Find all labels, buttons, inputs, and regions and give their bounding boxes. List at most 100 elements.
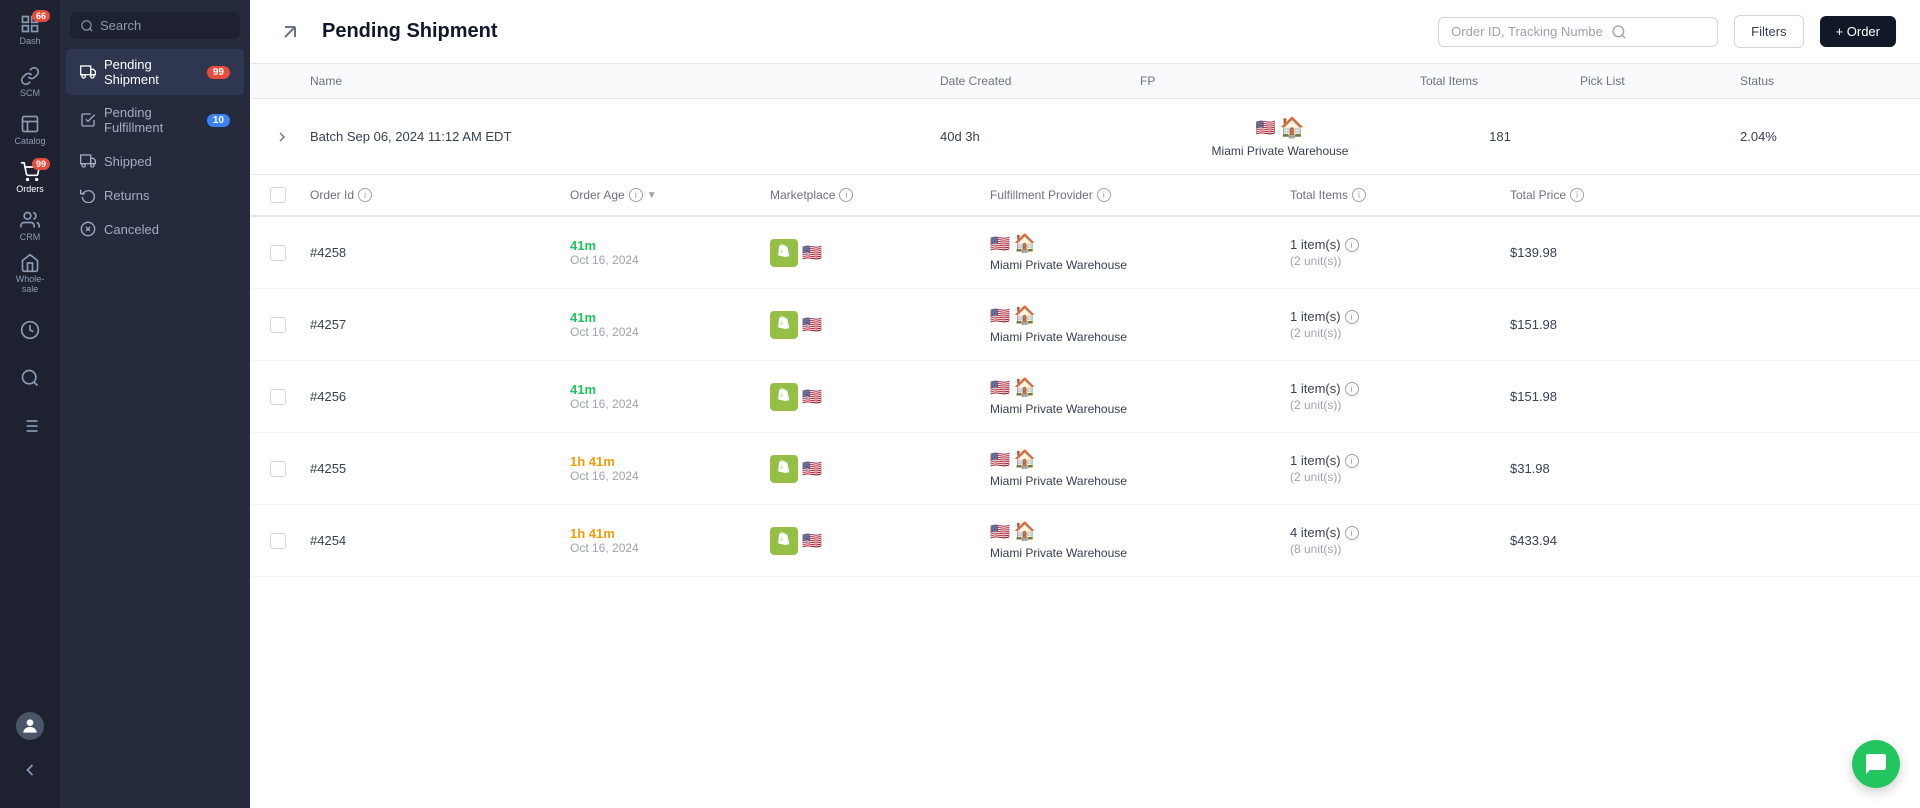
shopify-icon — [770, 311, 798, 339]
items-#4254: 4 item(s) i (8 unit(s)) — [1290, 525, 1510, 556]
row-checkbox-#4258[interactable] — [270, 245, 286, 261]
fp-icons: 🇺🇸 🏠 — [990, 449, 1036, 470]
orders-column-headers: Order Id i Order Age i ▼ Marketplace i F… — [250, 175, 1920, 217]
shopify-icon — [770, 455, 798, 483]
batch-col-fp: FP — [1140, 74, 1420, 88]
orders-col-id: Order Id i — [310, 187, 570, 203]
sidebar-item-catalog[interactable]: Catalog — [8, 108, 52, 152]
order-id-#4256: #4256 — [310, 389, 570, 404]
table-row: #4255 1h 41m Oct 16, 2024 🇺🇸 🇺🇸 🏠 Miami … — [250, 433, 1920, 505]
sidebar-label-scm: SCM — [20, 88, 40, 98]
order-search-input[interactable]: Order ID, Tracking Numbe — [1438, 17, 1718, 47]
marketplace-#4256: 🇺🇸 — [770, 383, 990, 411]
order-age-#4254: 1h 41m Oct 16, 2024 — [570, 526, 770, 555]
nav-badge-pending-fulfillment: 10 — [207, 114, 230, 127]
units-count: (2 unit(s)) — [1290, 398, 1510, 412]
fp-provider-#4256: 🇺🇸 🏠 Miami Private Warehouse — [990, 377, 1290, 416]
price-#4256: $151.98 — [1510, 389, 1690, 404]
nav-search[interactable]: Search — [70, 12, 240, 39]
order-age-sort-icon[interactable]: ▼ — [647, 190, 657, 201]
units-count: (2 unit(s)) — [1290, 254, 1510, 268]
row-checkbox-cell — [270, 317, 310, 333]
fp-name: Miami Private Warehouse — [990, 546, 1127, 560]
items-info-icon: i — [1345, 526, 1359, 540]
row-checkbox-#4255[interactable] — [270, 461, 286, 477]
select-all-checkbox[interactable] — [270, 187, 286, 203]
table-row: #4257 41m Oct 16, 2024 🇺🇸 🇺🇸 🏠 Miami Pri… — [250, 289, 1920, 361]
fp-provider-#4254: 🇺🇸 🏠 Miami Private Warehouse — [990, 521, 1290, 560]
sidebar-item-returns[interactable]: Returns — [66, 179, 244, 211]
col-label-total-items: Total Items — [1290, 188, 1348, 202]
add-order-button[interactable]: + Order — [1820, 16, 1896, 47]
order-age-#4256: 41m Oct 16, 2024 — [570, 382, 770, 411]
sidebar-item-analytics[interactable] — [8, 308, 52, 352]
batch-fp-warehouse-icon: 🏠 — [1280, 115, 1305, 140]
batch-fp-icons: 🇺🇸 🏠 — [1256, 115, 1305, 140]
sidebar-item-search[interactable] — [8, 356, 52, 400]
items-count: 1 item(s) i — [1290, 309, 1510, 324]
main-content: Pending Shipment Order ID, Tracking Numb… — [250, 0, 1920, 808]
fp-name: Miami Private Warehouse — [990, 258, 1127, 272]
orders-col-total-items: Total Items i — [1290, 187, 1510, 203]
marketplace-flag: 🇺🇸 — [802, 459, 822, 479]
items-count: 1 item(s) i — [1290, 453, 1510, 468]
marketplace-flag: 🇺🇸 — [802, 387, 822, 407]
price-#4254: $433.94 — [1510, 533, 1690, 548]
row-checkbox-cell — [270, 533, 310, 549]
chat-button[interactable] — [1852, 740, 1900, 788]
sidebar-item-dash[interactable]: 66 Dash — [8, 8, 52, 52]
sidebar-item-shipped[interactable]: Shipped — [66, 145, 244, 177]
items-#4258: 1 item(s) i (2 unit(s)) — [1290, 237, 1510, 268]
orders-content: Name Date Created FP Total Items Pick Li… — [250, 64, 1920, 808]
orders-col-checkbox — [270, 187, 310, 203]
filters-button[interactable]: Filters — [1734, 15, 1803, 48]
marketplace-flag: 🇺🇸 — [802, 315, 822, 335]
row-checkbox-#4254[interactable] — [270, 533, 286, 549]
row-checkbox-#4256[interactable] — [270, 389, 286, 405]
fp-name: Miami Private Warehouse — [990, 330, 1127, 344]
sidebar-item-orders[interactable]: 99 Orders — [8, 156, 52, 200]
col-label-total-price: Total Price — [1510, 188, 1566, 202]
price-#4257: $151.98 — [1510, 317, 1690, 332]
order-age-#4258: 41m Oct 16, 2024 — [570, 238, 770, 267]
order-id-#4258: #4258 — [310, 245, 570, 260]
sidebar-item-pending-fulfillment[interactable]: Pending Fulfillment 10 — [66, 97, 244, 143]
sidebar-collapse[interactable] — [8, 748, 52, 792]
batch-fp: 🇺🇸 🏠 Miami Private Warehouse — [1140, 115, 1420, 158]
nav-panel: Search Pending Shipment 99 Pending Fulfi… — [60, 0, 250, 808]
table-row: #4254 1h 41m Oct 16, 2024 🇺🇸 🇺🇸 🏠 Miami … — [250, 505, 1920, 577]
batch-fp-flag: 🇺🇸 — [1256, 118, 1276, 138]
fp-flag: 🇺🇸 — [990, 234, 1010, 254]
shopify-icon — [770, 383, 798, 411]
sidebar-item-canceled[interactable]: Canceled — [66, 213, 244, 245]
batch-row: Batch Sep 06, 2024 11:12 AM EDT 40d 3h 🇺… — [250, 99, 1920, 175]
shopify-icon — [770, 527, 798, 555]
fp-flag: 🇺🇸 — [990, 378, 1010, 398]
col-label-order-age: Order Age — [570, 188, 625, 202]
sidebar-item-crm[interactable]: CRM — [8, 204, 52, 248]
items-count: 1 item(s) i — [1290, 381, 1510, 396]
shopify-icon — [770, 239, 798, 267]
sidebar-item-wholesale[interactable]: Whole-sale — [8, 252, 52, 296]
orders-col-total-price: Total Price i — [1510, 187, 1690, 203]
marketplace-flag: 🇺🇸 — [802, 531, 822, 551]
sidebar-item-pending-shipment[interactable]: Pending Shipment 99 — [66, 49, 244, 95]
sidebar-item-scm[interactable]: SCM — [8, 60, 52, 104]
items-info-icon: i — [1345, 382, 1359, 396]
batch-fp-name: Miami Private Warehouse — [1212, 144, 1349, 158]
batch-expand-button[interactable] — [270, 125, 294, 149]
fp-name: Miami Private Warehouse — [990, 402, 1127, 416]
sidebar-item-reports[interactable] — [8, 404, 52, 448]
orders-table-body: #4258 41m Oct 16, 2024 🇺🇸 🇺🇸 🏠 Miami Pri… — [250, 217, 1920, 577]
row-checkbox-#4257[interactable] — [270, 317, 286, 333]
items-#4255: 1 item(s) i (2 unit(s)) — [1290, 453, 1510, 484]
units-count: (2 unit(s)) — [1290, 470, 1510, 484]
fp-icons: 🇺🇸 🏠 — [990, 305, 1036, 326]
batch-col-date: Date Created — [940, 74, 1140, 88]
nav-label-canceled: Canceled — [104, 222, 159, 237]
sidebar-avatar[interactable] — [8, 704, 52, 748]
total-price-info-icon: i — [1570, 188, 1584, 202]
batch-col-status: Status — [1740, 74, 1900, 88]
order-age-#4255: 1h 41m Oct 16, 2024 — [570, 454, 770, 483]
order-age-info-icon: i — [629, 188, 643, 202]
